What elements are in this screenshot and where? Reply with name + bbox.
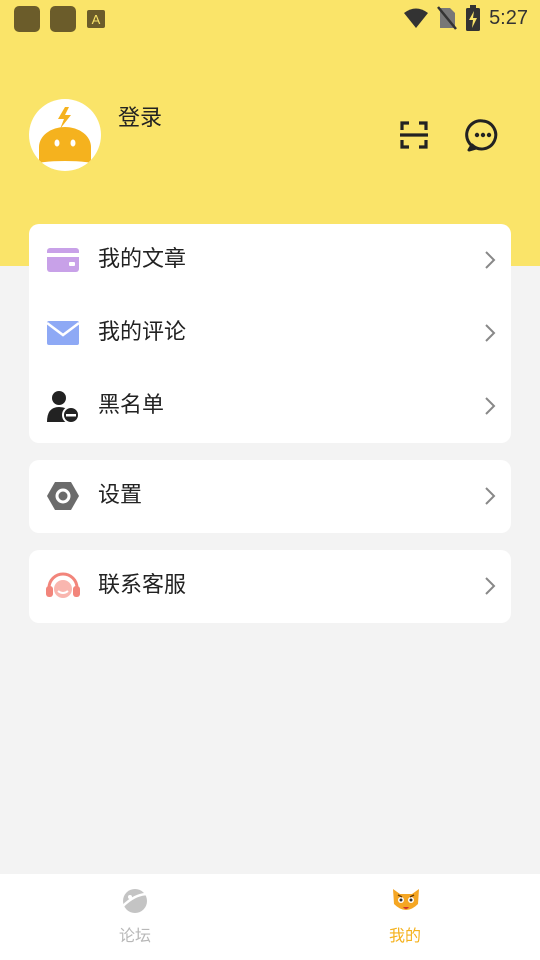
menu-item-label: 设置	[98, 483, 143, 508]
status-time: 5:27	[489, 6, 528, 29]
chevron-right-icon	[483, 576, 497, 596]
user-block-icon	[45, 388, 81, 424]
menu-item-contact-support[interactable]: 联系客服	[29, 550, 511, 623]
tab-forum[interactable]: 论坛	[95, 886, 175, 946]
svg-text:A: A	[92, 12, 101, 27]
chat-bubble-icon	[465, 119, 498, 152]
tiger-mascot-icon	[390, 886, 420, 916]
notification-app-icon	[50, 6, 76, 32]
menu-item-label: 联系客服	[98, 573, 187, 598]
login-link[interactable]: 登录	[118, 100, 162, 132]
chevron-right-icon	[483, 486, 497, 506]
avatar[interactable]	[29, 99, 101, 171]
status-bar: A 5:27	[0, 0, 540, 36]
chevron-right-icon	[483, 250, 497, 270]
chevron-right-icon	[483, 323, 497, 343]
tab-label: 我的	[388, 926, 421, 945]
message-button[interactable]	[465, 117, 501, 153]
bottom-tab-bar: 论坛 我的	[0, 874, 540, 960]
no-sim-icon	[437, 6, 458, 30]
wifi-icon	[404, 8, 429, 28]
chevron-right-icon	[483, 396, 497, 416]
tab-label: 论坛	[118, 926, 151, 945]
scan-button[interactable]	[396, 117, 432, 153]
article-card-icon	[45, 242, 81, 278]
menu-card-primary: 我的文章 我的评论 黑名单	[29, 224, 511, 443]
menu-item-blacklist[interactable]: 黑名单	[29, 370, 511, 443]
battery-charging-icon	[466, 5, 481, 31]
menu-item-label: 我的评论	[98, 320, 187, 345]
tab-mine[interactable]: 我的	[365, 886, 445, 946]
menu-card-support: 联系客服	[29, 550, 511, 623]
headset-icon	[45, 568, 81, 604]
menu-item-label: 黑名单	[98, 393, 165, 418]
menu-item-my-articles[interactable]: 我的文章	[29, 224, 511, 297]
keyboard-a-icon: A	[86, 9, 106, 29]
menu-item-settings[interactable]: 设置	[29, 460, 511, 533]
notification-app-icon	[14, 6, 40, 32]
menu-card-settings: 设置	[29, 460, 511, 533]
scan-icon	[400, 121, 428, 149]
planet-icon	[120, 886, 150, 916]
menu-item-my-comments[interactable]: 我的评论	[29, 297, 511, 370]
hexagon-settings-icon	[45, 478, 81, 514]
menu-item-label: 我的文章	[98, 247, 187, 272]
envelope-icon	[45, 315, 81, 351]
